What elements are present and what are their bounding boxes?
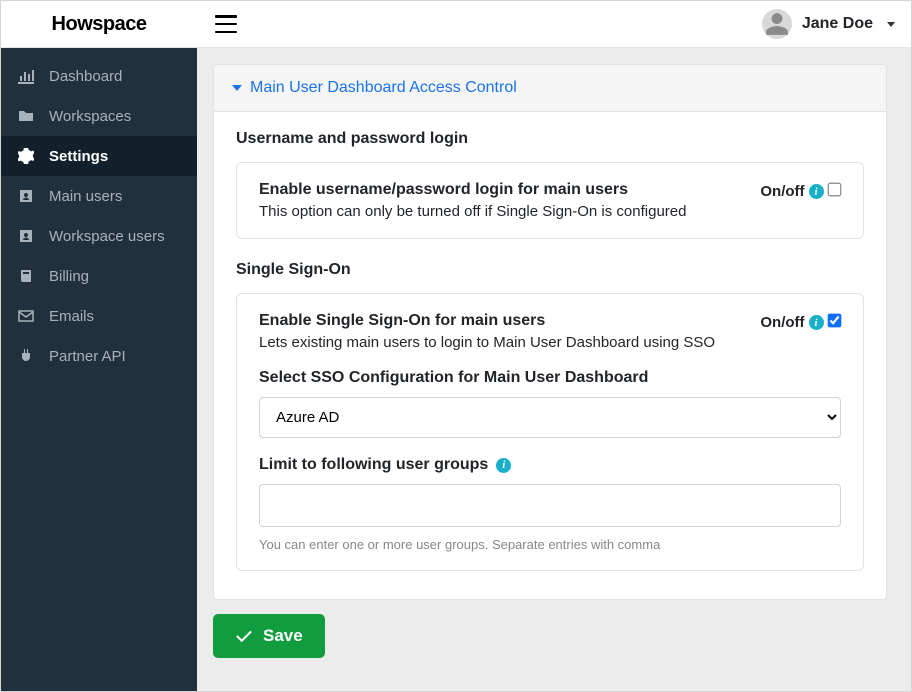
main-content: Main User Dashboard Access Control Usern… (197, 48, 911, 691)
sidebar-item-label: Dashboard (49, 68, 122, 85)
sidebar-item-label: Billing (49, 268, 89, 285)
sidebar-item-workspaces[interactable]: Workspaces (1, 96, 197, 136)
save-button[interactable]: Save (213, 614, 325, 658)
logo-area: Howspace (1, 13, 197, 36)
users-icon (17, 227, 35, 245)
sso-groups-input[interactable] (259, 484, 841, 527)
sidebar-item-dashboard[interactable]: Dashboard (1, 56, 197, 96)
sso-config-select[interactable]: Azure AD (259, 397, 841, 438)
sidebar: Dashboard Workspaces Settings Main users… (1, 48, 197, 691)
userpass-row-sub: This option can only be turned off if Si… (259, 203, 740, 220)
book-icon (17, 267, 35, 285)
sso-section-title: Single Sign-On (236, 261, 864, 279)
userpass-row-title: Enable username/password login for main … (259, 181, 740, 199)
sidebar-item-label: Workspaces (49, 108, 131, 125)
menu-toggle-icon[interactable] (215, 15, 237, 33)
sso-row-sub: Lets existing main users to login to Mai… (259, 334, 740, 351)
user-menu[interactable]: Jane Doe (762, 9, 895, 39)
userpass-section-title: Username and password login (236, 130, 864, 148)
sidebar-item-label: Main users (49, 188, 122, 205)
panel-body: Username and password login Enable usern… (213, 112, 887, 600)
sso-card: Enable Single Sign-On for main users Let… (236, 293, 864, 571)
sso-groups-hint: You can enter one or more user groups. S… (259, 537, 841, 552)
sidebar-item-main-users[interactable]: Main users (1, 176, 197, 216)
sidebar-item-label: Emails (49, 308, 94, 325)
sidebar-item-partner-api[interactable]: Partner API (1, 336, 197, 376)
gear-icon (17, 147, 35, 165)
check-icon (235, 627, 253, 645)
avatar-icon (762, 9, 792, 39)
plug-icon (17, 347, 35, 365)
sidebar-item-settings[interactable]: Settings (1, 136, 197, 176)
chart-icon (17, 67, 35, 85)
sso-groups-label: Limit to following user groups i (259, 456, 841, 474)
envelope-icon (17, 307, 35, 325)
info-icon[interactable]: i (809, 315, 824, 330)
userpass-onoff-label: On/off i (760, 183, 823, 200)
info-icon[interactable]: i (809, 184, 824, 199)
folder-icon (17, 107, 35, 125)
sidebar-item-label: Settings (49, 148, 108, 165)
caret-down-icon (887, 22, 895, 27)
userpass-toggle-checkbox[interactable] (828, 183, 842, 197)
sso-toggle-checkbox[interactable] (828, 314, 842, 328)
brand-logo: Howspace (52, 13, 147, 36)
topbar: Howspace Jane Doe (1, 1, 911, 48)
sso-onoff-label: On/off i (760, 314, 823, 331)
sidebar-item-workspace-users[interactable]: Workspace users (1, 216, 197, 256)
panel-header[interactable]: Main User Dashboard Access Control (213, 64, 887, 112)
user-name: Jane Doe (802, 15, 873, 33)
sidebar-item-billing[interactable]: Billing (1, 256, 197, 296)
sso-row-title: Enable Single Sign-On for main users (259, 312, 740, 330)
sso-config-label: Select SSO Configuration for Main User D… (259, 369, 841, 387)
sidebar-item-label: Partner API (49, 348, 126, 365)
user-icon (17, 187, 35, 205)
sidebar-item-emails[interactable]: Emails (1, 296, 197, 336)
panel-title: Main User Dashboard Access Control (250, 79, 517, 97)
info-icon[interactable]: i (496, 458, 511, 473)
sidebar-item-label: Workspace users (49, 228, 165, 245)
userpass-card: Enable username/password login for main … (236, 162, 864, 239)
collapse-icon (232, 85, 242, 91)
